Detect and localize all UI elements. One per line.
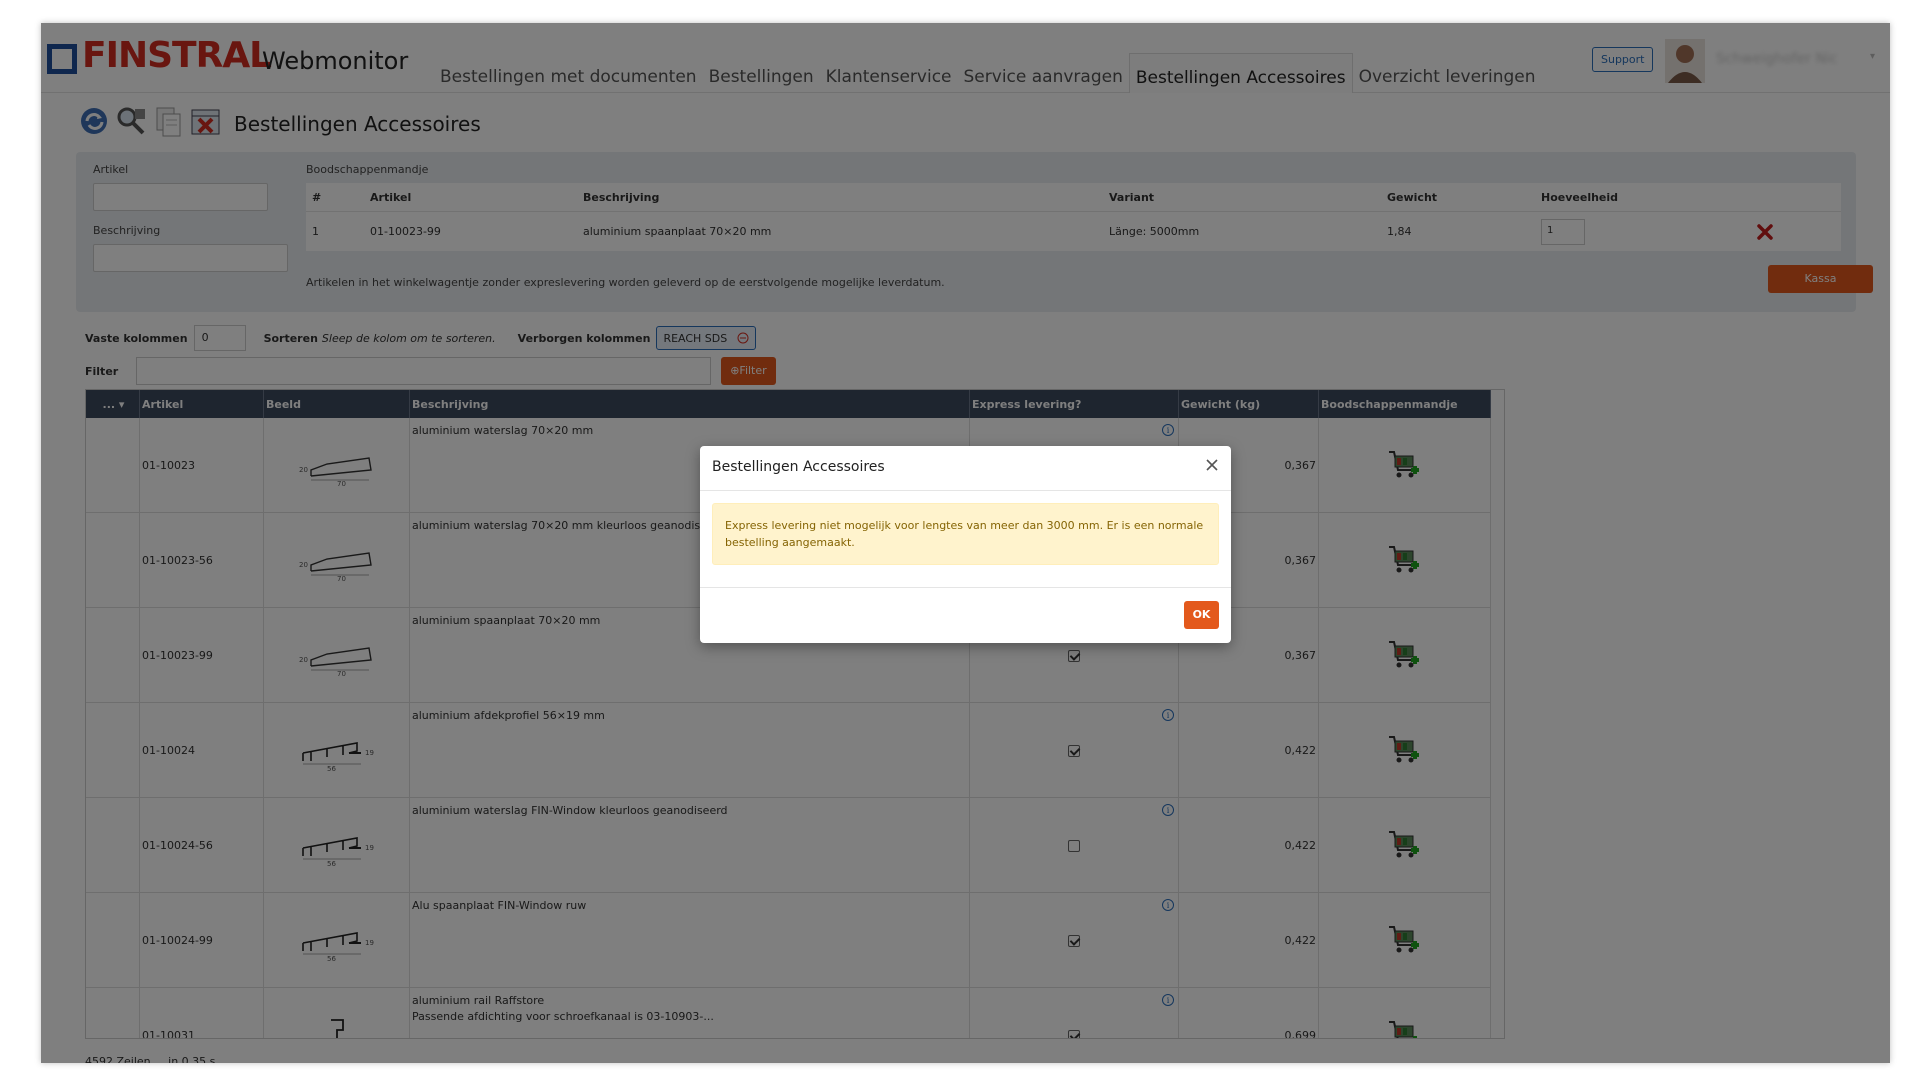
alert-dialog: Bestellingen Accessoires Express leverin… — [700, 446, 1231, 643]
dialog-divider — [700, 587, 1231, 588]
close-icon[interactable] — [1203, 456, 1221, 474]
app-window: FINSTRAL Webmonitor Bestellingen met doc… — [41, 23, 1890, 1063]
dialog-divider — [700, 490, 1231, 491]
ok-button[interactable]: OK — [1184, 601, 1219, 629]
dialog-title: Bestellingen Accessoires — [712, 459, 885, 475]
warning-message: Express levering niet mogelijk voor leng… — [712, 503, 1219, 565]
